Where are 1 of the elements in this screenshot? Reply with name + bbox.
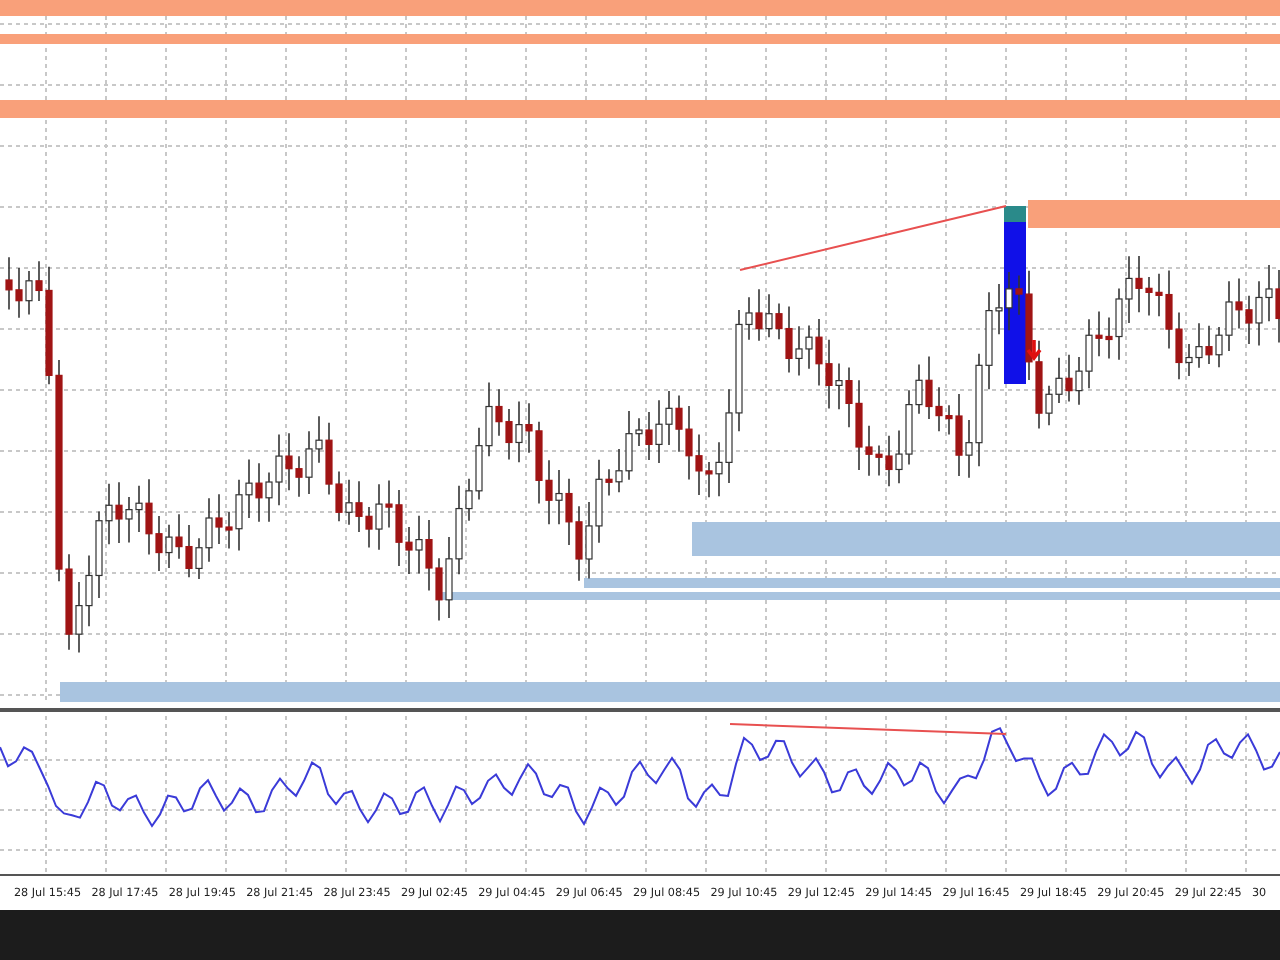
down-arrow-icon	[1026, 338, 1042, 361]
